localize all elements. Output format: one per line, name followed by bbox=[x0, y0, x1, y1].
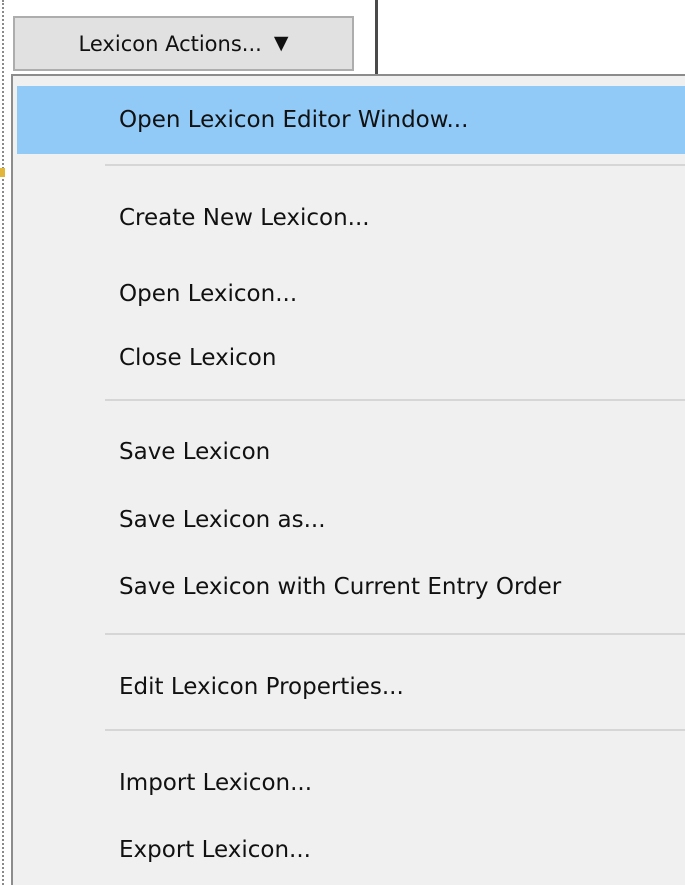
menu-item-create-new-lexicon[interactable]: Create New Lexicon... bbox=[17, 184, 685, 252]
triangle-down-icon: ▼ bbox=[273, 32, 289, 54]
menu-item-edit-lexicon-properties[interactable]: Edit Lexicon Properties... bbox=[17, 653, 685, 721]
menu-separator bbox=[105, 633, 685, 635]
menu-item-save-lexicon-as[interactable]: Save Lexicon as... bbox=[17, 486, 685, 554]
menu-item-save-lexicon[interactable]: Save Lexicon bbox=[17, 418, 685, 486]
menu-item-import-lexicon[interactable]: Import Lexicon... bbox=[17, 749, 685, 817]
lexicon-actions-button[interactable]: Lexicon Actions... ▼ bbox=[13, 16, 354, 71]
menu-item-open-lexicon-editor-window[interactable]: Open Lexicon Editor Window... bbox=[17, 86, 685, 154]
menu-item-label: Edit Lexicon Properties... bbox=[119, 674, 404, 700]
menu-item-label: Open Lexicon... bbox=[119, 281, 298, 307]
menu-item-label: Import Lexicon... bbox=[119, 770, 313, 796]
menu-separator bbox=[105, 164, 685, 166]
menu-item-label: Export Lexicon... bbox=[119, 837, 311, 863]
menu-item-label: Open Lexicon Editor Window... bbox=[119, 107, 469, 133]
menu-item-label: Create New Lexicon... bbox=[119, 205, 370, 231]
menu-item-close-lexicon[interactable]: Close Lexicon bbox=[17, 324, 685, 392]
lexicon-actions-label: Lexicon Actions... bbox=[78, 31, 262, 56]
menu-item-label: Save Lexicon as... bbox=[119, 507, 326, 533]
menu-item-open-lexicon[interactable]: Open Lexicon... bbox=[17, 260, 685, 328]
menu-separator bbox=[105, 399, 685, 401]
menu-item-label: Save Lexicon with Current Entry Order bbox=[119, 574, 562, 600]
panel-edge-marker bbox=[0, 168, 5, 177]
menu-item-export-lexicon[interactable]: Export Lexicon... bbox=[17, 816, 685, 884]
lexicon-actions-menu: Open Lexicon Editor Window... Create New… bbox=[11, 74, 685, 885]
menu-separator bbox=[105, 729, 685, 731]
menu-item-save-lexicon-with-current-entry-order[interactable]: Save Lexicon with Current Entry Order bbox=[17, 553, 685, 621]
toolbar-divider bbox=[375, 0, 378, 75]
panel-left-edge bbox=[2, 0, 4, 885]
menu-item-label: Save Lexicon bbox=[119, 439, 271, 465]
menu-item-label: Close Lexicon bbox=[119, 345, 277, 371]
